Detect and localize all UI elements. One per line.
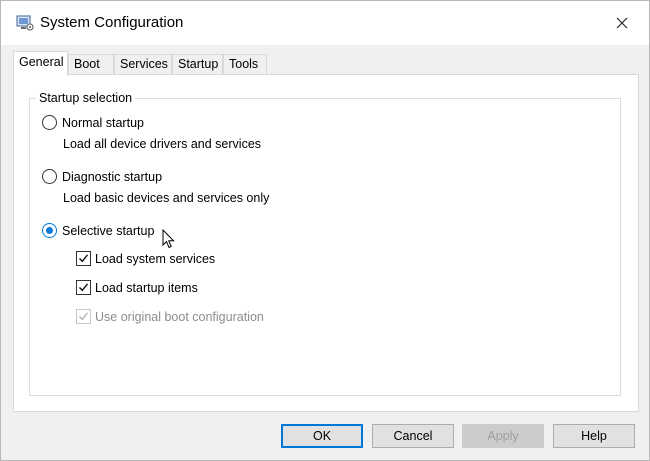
checkbox[interactable] [76, 251, 91, 266]
normal-startup-description: Load all device drivers and services [63, 137, 262, 151]
cancel-button[interactable]: Cancel [372, 424, 454, 448]
normal-startup-radio[interactable]: Normal startup [42, 115, 144, 130]
general-tab-panel: Startup selection Normal startup Load al… [13, 74, 639, 412]
radio-button-selected[interactable] [42, 223, 57, 238]
startup-selection-group: Startup selection Normal startup Load al… [29, 91, 621, 396]
window-title: System Configuration [40, 14, 184, 31]
tab-startup[interactable]: Startup [172, 54, 223, 74]
tab-services[interactable]: Services [114, 54, 172, 74]
close-button[interactable] [603, 9, 641, 37]
selective-startup-radio[interactable]: Selective startup [42, 223, 154, 238]
normal-startup-label: Normal startup [62, 115, 144, 130]
checkbox-disabled [76, 309, 91, 324]
tab-tools[interactable]: Tools [223, 54, 267, 74]
load-startup-items-label: Load startup items [95, 280, 198, 295]
help-button[interactable]: Help [553, 424, 635, 448]
system-configuration-window: System Configuration General Boot Servic… [0, 0, 650, 461]
close-icon [616, 17, 628, 29]
checkmark-icon [79, 312, 89, 321]
load-startup-items-checkbox[interactable]: Load startup items [76, 280, 198, 295]
apply-button: Apply [462, 424, 544, 448]
title-bar: System Configuration [1, 1, 649, 45]
load-system-services-checkbox[interactable]: Load system services [76, 251, 215, 266]
startup-selection-legend: Startup selection [36, 91, 136, 105]
tab-boot[interactable]: Boot [68, 54, 114, 74]
radio-button[interactable] [42, 169, 57, 184]
checkbox[interactable] [76, 280, 91, 295]
diagnostic-startup-radio[interactable]: Diagnostic startup [42, 169, 162, 184]
ok-button[interactable]: OK [281, 424, 363, 448]
load-system-services-label: Load system services [95, 251, 216, 266]
diagnostic-startup-description: Load basic devices and services only [63, 191, 270, 205]
selective-startup-label: Selective startup [62, 223, 155, 238]
checkmark-icon [79, 254, 89, 263]
mouse-pointer-icon [162, 229, 175, 249]
tab-general[interactable]: General [13, 51, 68, 76]
checkmark-icon [79, 283, 89, 292]
use-original-boot-configuration-label: Use original boot configuration [95, 309, 264, 324]
use-original-boot-configuration-checkbox: Use original boot configuration [76, 309, 264, 324]
radio-button[interactable] [42, 115, 57, 130]
system-config-icon [16, 15, 34, 31]
diagnostic-startup-label: Diagnostic startup [62, 169, 163, 184]
